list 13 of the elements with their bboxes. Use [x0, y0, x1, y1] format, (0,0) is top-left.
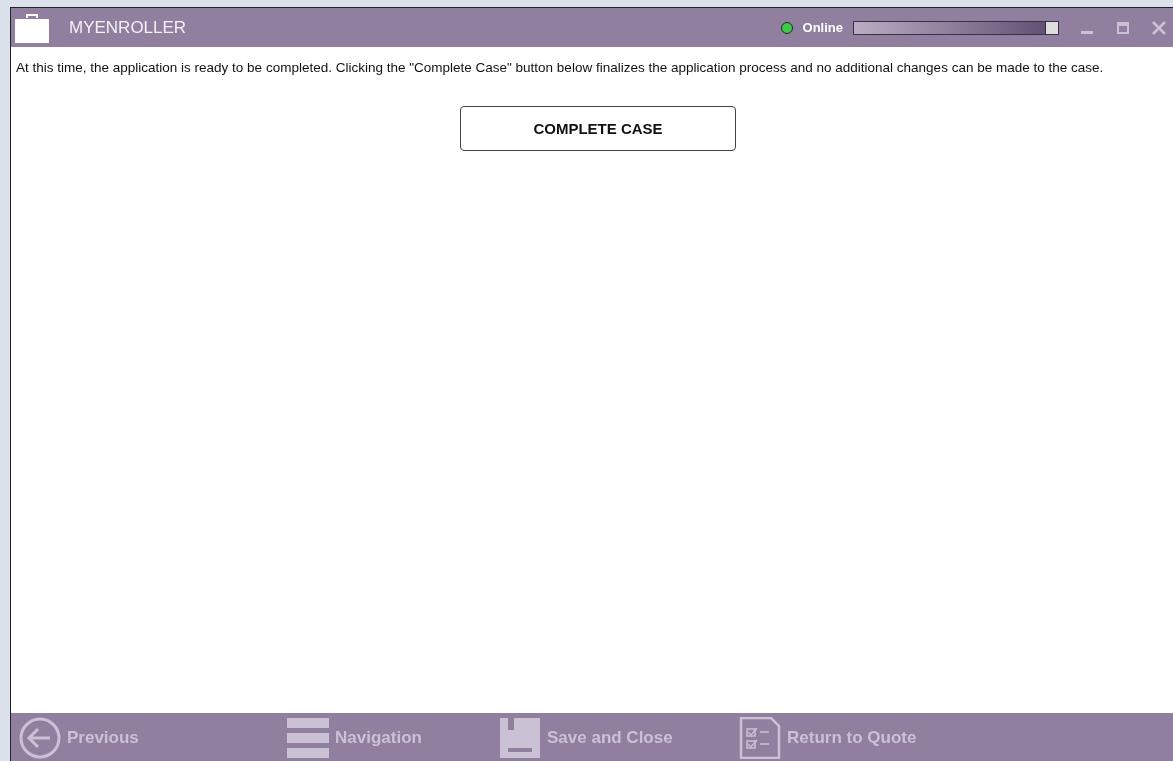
footer-button[interactable]: Return to Quote	[739, 716, 917, 759]
checklist-document-icon	[739, 716, 781, 759]
maximize-icon[interactable]	[1117, 21, 1129, 34]
footer-button[interactable]: Navigation	[287, 716, 422, 759]
window-title: MYENROLLER	[69, 17, 187, 38]
complete-case-button[interactable]: COMPLETE CASE	[460, 106, 736, 151]
footer-button[interactable]: Previous	[19, 716, 139, 759]
close-icon[interactable]	[1152, 20, 1166, 35]
briefcase-icon	[15, 12, 49, 43]
footer-button[interactable]: Save and Close	[499, 716, 673, 759]
menu-icon	[287, 716, 329, 759]
status-label: Online	[802, 20, 843, 35]
instruction-text: At this time, the application is ready to be completed. Clicking the "Complete Case" button below finalizes the application process and no additional changes can be made to the case.	[16, 59, 1105, 77]
